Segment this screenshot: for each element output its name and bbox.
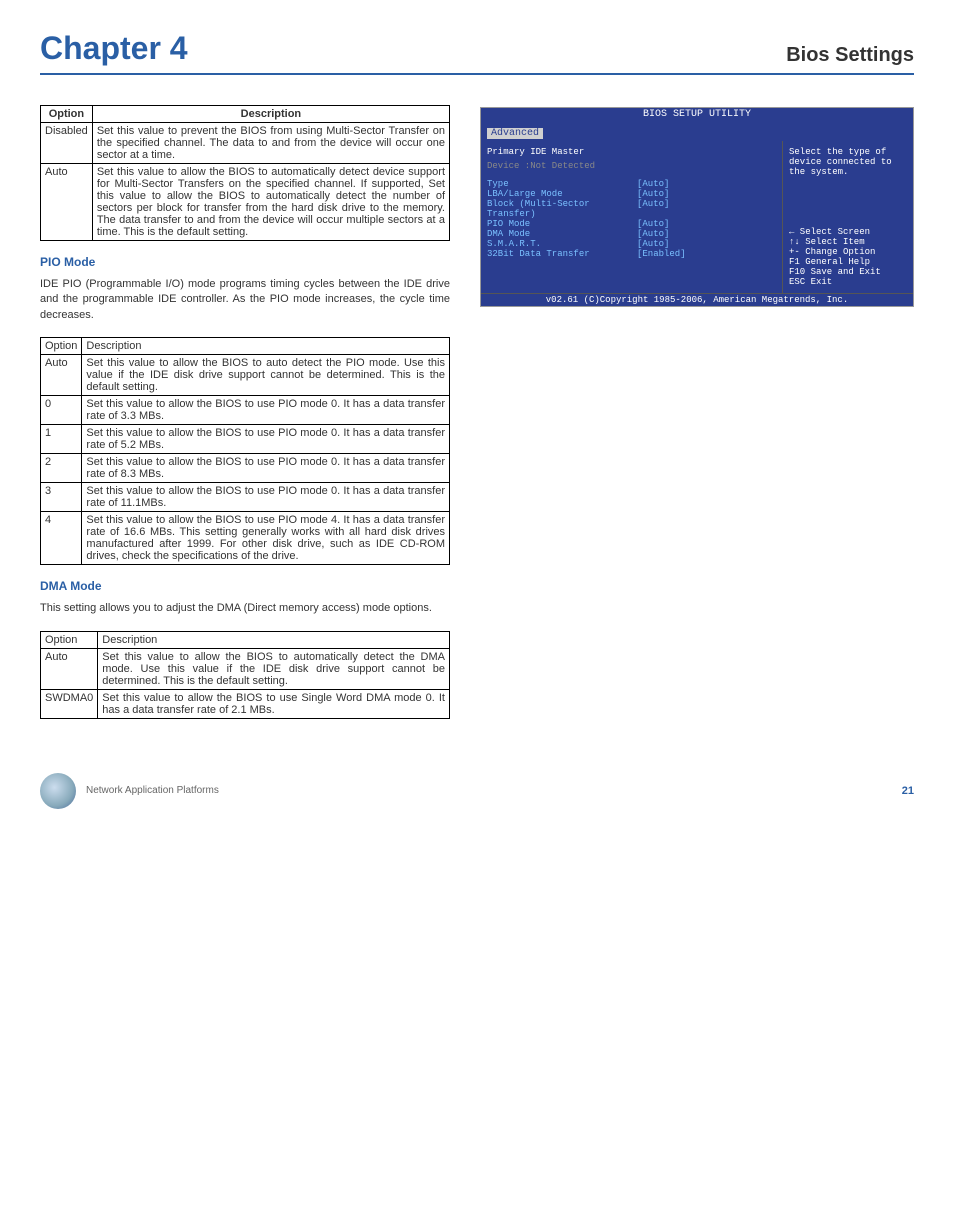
dma-mode-body: This setting allows you to adjust the DM…: [40, 601, 450, 616]
bios-key-help: ← Select Screen ↑↓ Select Item +- Change…: [789, 227, 907, 287]
table-row: 0Set this value to allow the BIOS to use…: [41, 396, 450, 425]
bios-device: Device :Not Detected: [487, 161, 776, 171]
table-head-option: Option: [41, 631, 98, 648]
bios-option: S.M.A.R.T.[Auto]: [487, 239, 776, 249]
table-row: 4Set this value to allow the BIOS to use…: [41, 512, 450, 565]
pio-mode-body: IDE PIO (Programmable I/O) mode programs…: [40, 277, 450, 323]
page-footer: Network Application Platforms 21: [40, 773, 914, 809]
pio-mode-table: Option Description AutoSet this value to…: [40, 337, 450, 565]
bios-option: Block (Multi-Sector Transfer)[Auto]: [487, 199, 776, 219]
footer-text: Network Application Platforms: [86, 785, 219, 796]
table-row: 1Set this value to allow the BIOS to use…: [41, 425, 450, 454]
table-row: AutoSet this value to allow the BIOS to …: [41, 648, 450, 689]
chapter-title: Chapter 4: [40, 30, 188, 67]
page-number: 21: [902, 785, 914, 797]
bios-option: Type[Auto]: [487, 179, 776, 189]
table-row: AutoSet this value to allow the BIOS to …: [41, 355, 450, 396]
table-row: 3Set this value to allow the BIOS to use…: [41, 483, 450, 512]
table-head-description: Description: [98, 631, 450, 648]
dma-mode-table: Option Description AutoSet this value to…: [40, 631, 450, 719]
bios-utility-title: BIOS SETUP UTILITY: [481, 108, 913, 121]
left-column: Option Description Disabled Set this val…: [40, 105, 450, 733]
table-head-option: Option: [41, 338, 82, 355]
bios-help-text: Select the type of device connected to t…: [789, 147, 907, 177]
page-header: Chapter 4 Bios Settings: [40, 30, 914, 75]
table-row: 2Set this value to allow the BIOS to use…: [41, 454, 450, 483]
pio-mode-heading: PIO Mode: [40, 255, 450, 269]
multi-sector-table: Option Description Disabled Set this val…: [40, 105, 450, 241]
bios-screenshot: BIOS SETUP UTILITY Advanced Primary IDE …: [480, 107, 914, 307]
bios-option: LBA/Large Mode[Auto]: [487, 189, 776, 199]
bios-option: PIO Mode[Auto]: [487, 219, 776, 229]
table-row: Auto Set this value to allow the BIOS to…: [41, 164, 450, 241]
bios-tab-bar: Advanced: [481, 121, 913, 141]
right-column: BIOS SETUP UTILITY Advanced Primary IDE …: [480, 105, 914, 733]
bios-option: DMA Mode[Auto]: [487, 229, 776, 239]
table-head-description: Description: [82, 338, 450, 355]
dma-mode-heading: DMA Mode: [40, 579, 450, 593]
bios-left-panel: Primary IDE Master Device :Not Detected …: [481, 141, 783, 293]
bios-footer: v02.61 (C)Copyright 1985-2006, American …: [481, 293, 913, 306]
table-head-option: Option: [41, 106, 93, 123]
bios-header: Primary IDE Master: [487, 147, 776, 157]
logo-icon: [40, 773, 76, 809]
bios-right-panel: Select the type of device connected to t…: [783, 141, 913, 293]
bios-tab-advanced: Advanced: [487, 128, 543, 139]
table-head-description: Description: [92, 106, 449, 123]
section-title: Bios Settings: [786, 44, 914, 67]
table-row: SWDMA0Set this value to allow the BIOS t…: [41, 689, 450, 718]
table-row: Disabled Set this value to prevent the B…: [41, 123, 450, 164]
bios-option: 32Bit Data Transfer[Enabled]: [487, 249, 776, 259]
